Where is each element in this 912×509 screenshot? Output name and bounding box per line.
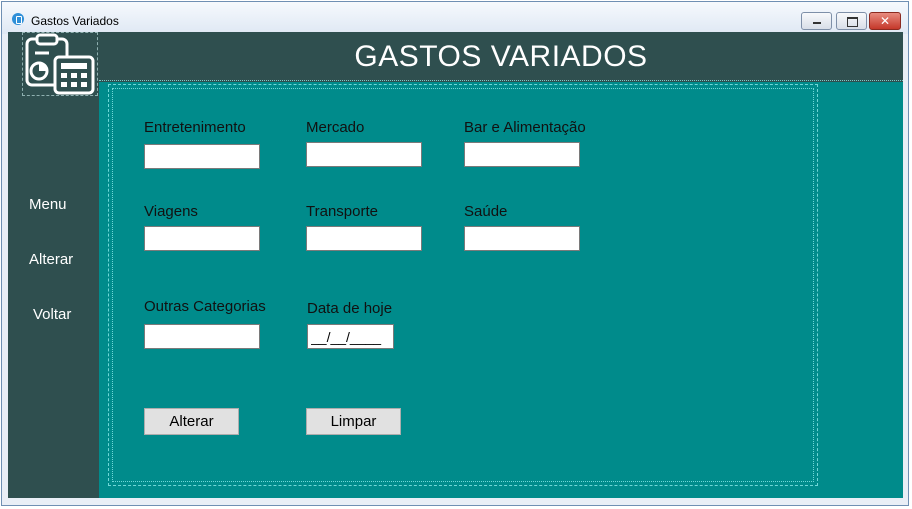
bar-alimentacao-input[interactable] xyxy=(464,142,580,167)
page-title: GASTOS VARIADOS xyxy=(354,40,648,73)
header: GASTOS VARIADOS xyxy=(99,32,903,82)
close-icon: ✕ xyxy=(879,14,891,28)
alterar-button[interactable]: Alterar xyxy=(144,408,239,435)
transporte-label: Transporte xyxy=(306,203,378,220)
limpar-button[interactable]: Limpar xyxy=(306,408,401,435)
logo-container xyxy=(22,32,98,96)
saude-label: Saúde xyxy=(464,203,508,220)
sidebar-item-menu[interactable]: Menu xyxy=(29,196,67,213)
mercado-label: Mercado xyxy=(306,119,365,136)
title-bar[interactable]: Gastos Variados ✕ xyxy=(2,2,908,34)
minimize-button[interactable] xyxy=(801,12,832,30)
outras-categorias-input[interactable] xyxy=(144,324,260,349)
outras-categorias-label: Outras Categorias xyxy=(144,298,266,315)
viagens-input[interactable] xyxy=(144,226,260,251)
clipboard-calculator-icon xyxy=(25,33,95,95)
maximize-icon xyxy=(847,17,858,27)
transporte-input[interactable] xyxy=(306,226,422,251)
saude-input[interactable] xyxy=(464,226,580,251)
bar-alimentacao-label: Bar e Alimentação xyxy=(464,119,586,136)
sidebar-item-alterar[interactable]: Alterar xyxy=(29,251,73,268)
header-divider xyxy=(99,80,903,83)
client-area: GASTOS VARIADOS Menu Alterar Voltar Entr… xyxy=(8,32,903,498)
entretenimento-label: Entretenimento xyxy=(144,119,246,136)
close-button[interactable]: ✕ xyxy=(869,12,901,30)
window-title: Gastos Variados xyxy=(31,14,119,28)
entretenimento-input[interactable] xyxy=(144,144,260,169)
date-input[interactable] xyxy=(307,324,394,349)
maximize-button[interactable] xyxy=(836,12,867,30)
data-de-hoje-label: Data de hoje xyxy=(307,300,393,317)
minimize-icon xyxy=(813,22,821,24)
viagens-label: Viagens xyxy=(144,203,198,220)
mercado-input[interactable] xyxy=(306,142,422,167)
app-icon xyxy=(12,13,24,25)
sidebar-item-voltar[interactable]: Voltar xyxy=(33,306,71,323)
